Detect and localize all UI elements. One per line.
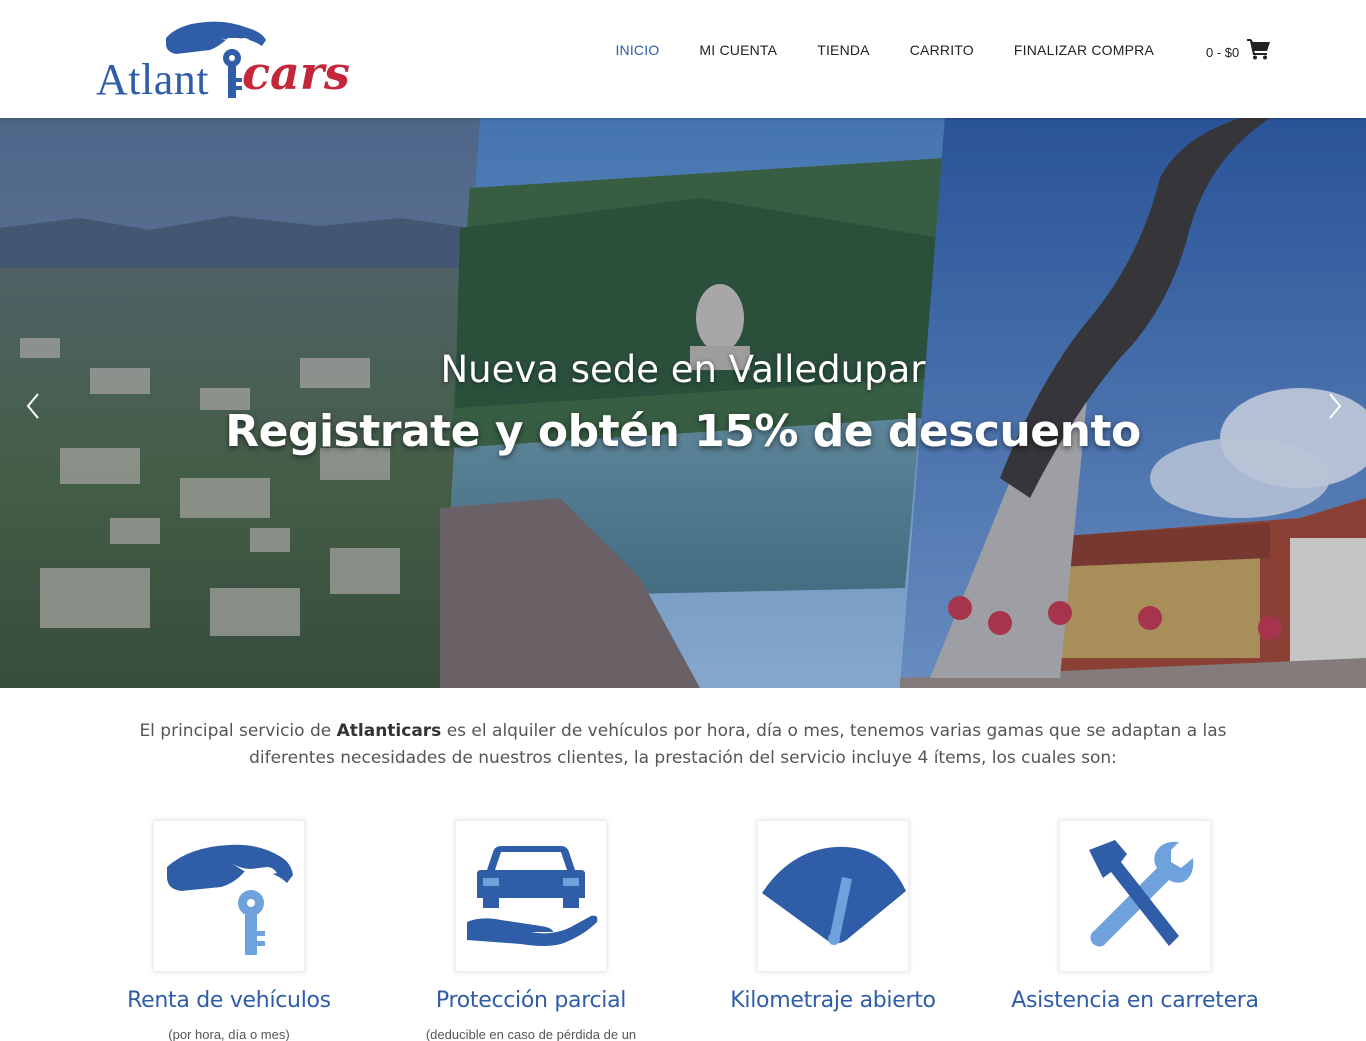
feature-icon-box (757, 820, 909, 972)
site-header: Atlant cars INICIO MI CUENTA TIENDA CARR… (0, 0, 1366, 118)
hero-overlay (0, 118, 1366, 688)
cart-total: 0 - $0 (1206, 44, 1240, 60)
hero-title: Registrate y obtén 15% de descuento (225, 406, 1141, 457)
car-protection-icon (467, 846, 598, 946)
intro-brand: Atlanticars (336, 721, 442, 741)
speedometer-icon (762, 846, 906, 945)
hero-slider: Nueva sede en Valledupar Registrate y ob… (0, 118, 1366, 688)
brand-logo[interactable]: Atlant cars (96, 16, 350, 106)
feature-icon-box (1059, 820, 1211, 972)
hero-subtitle: Nueva sede en Valledupar (440, 348, 926, 391)
nav-item-carrito[interactable]: CARRITO (890, 40, 994, 60)
logo-text-cars: cars (242, 46, 350, 100)
intro-text: El principal servicio de Atlanticars es … (100, 718, 1266, 772)
feature-title: Renta de vehículos (127, 988, 331, 1013)
feature-title: Protección parcial (435, 988, 627, 1013)
nav-item-finalizar-compra[interactable]: FINALIZAR COMPRA (994, 40, 1174, 60)
feature-asistencia: Asistencia en carretera (985, 820, 1285, 1027)
cart-widget[interactable]: 0 - $0 (1206, 38, 1271, 60)
feature-title: Asistencia en carretera (1011, 988, 1259, 1013)
feature-kilometraje: Kilometraje abierto (683, 820, 983, 1027)
feature-desc: (deducible en caso de pérdida de un (425, 1027, 637, 1041)
features-section: Renta de vehículos (por hora, día o mes)… (0, 820, 1366, 1041)
logo-text-atlant: Atlant (96, 55, 209, 104)
chevron-right-icon[interactable] (1320, 386, 1350, 426)
feature-renta: Renta de vehículos (por hora, día o mes) (79, 820, 379, 1041)
feature-proteccion: Protección parcial (deducible en caso de… (381, 820, 681, 1041)
main-nav: INICIO MI CUENTA TIENDA CARRITO FINALIZA… (595, 40, 1174, 60)
intro-before: El principal servicio de (139, 721, 337, 741)
nav-item-mi-cuenta[interactable]: MI CUENTA (679, 40, 797, 60)
feature-desc: (por hora, día o mes) (168, 1027, 290, 1041)
feature-icon-box (455, 820, 607, 972)
feature-icon-box (153, 820, 305, 972)
feature-title: Kilometraje abierto (730, 988, 936, 1013)
key-hand-icon (167, 844, 293, 955)
shopping-cart-icon[interactable] (1247, 38, 1271, 60)
chevron-left-icon[interactable] (18, 386, 48, 426)
nav-item-inicio[interactable]: INICIO (595, 40, 679, 60)
nav-item-tienda[interactable]: TIENDA (797, 40, 890, 60)
tools-icon (1089, 840, 1194, 947)
